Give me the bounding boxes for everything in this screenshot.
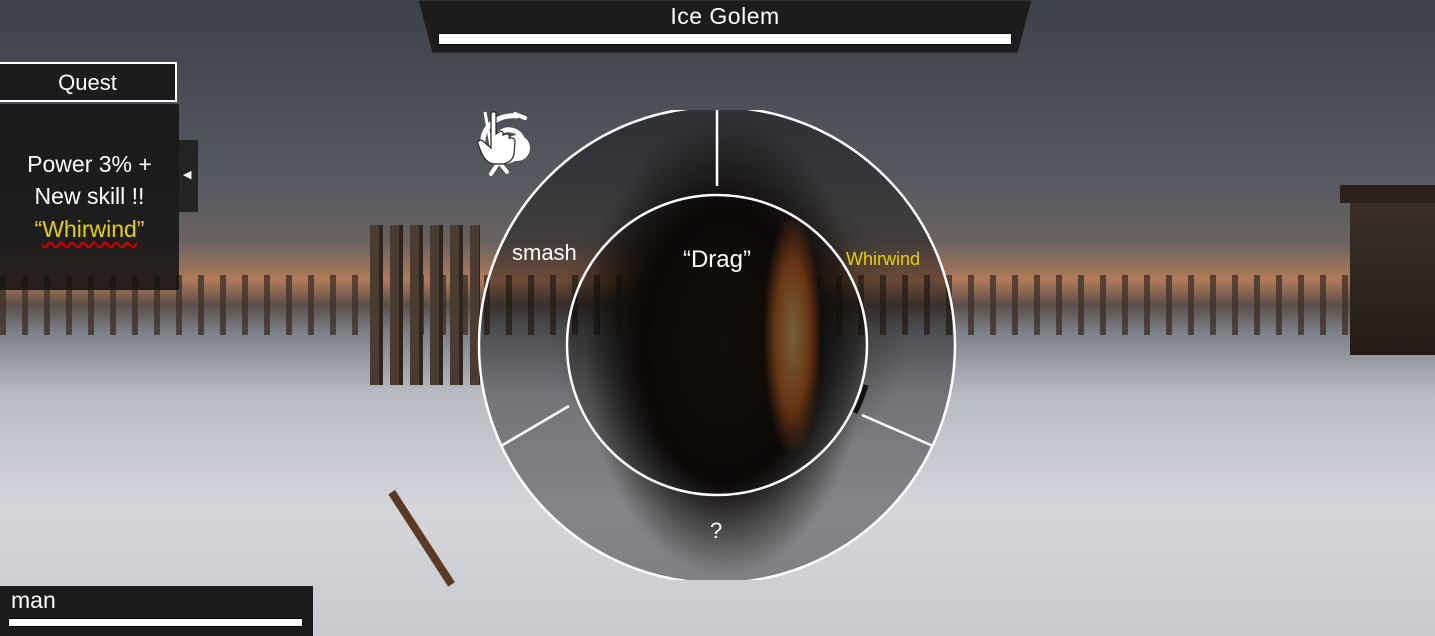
background-palisade [370, 225, 480, 385]
player-hp-fill [9, 619, 302, 626]
quest-body: Power 3% + New skill !! “Whirwind” [0, 104, 179, 290]
boss-health-bar: Ice Golem [418, 0, 1032, 53]
boss-hp-fill [439, 34, 1011, 44]
quest-title: Quest [58, 70, 117, 95]
player-name: man [11, 587, 56, 613]
quest-skill-name: Whirwind [42, 216, 137, 242]
collapse-arrow-icon: ◀ [183, 168, 192, 181]
skill-whirlwind-label: Whirwind [846, 249, 921, 269]
boss-hp-track [438, 33, 1012, 45]
radial-menu-rings [477, 110, 957, 580]
quest-collapse-tab[interactable]: ◀ [179, 140, 198, 212]
quest-header[interactable]: Quest [0, 62, 177, 102]
quest-reward-line: Power 3% + [27, 151, 152, 177]
background-hut [1340, 185, 1435, 355]
boss-name: Ice Golem [670, 3, 780, 29]
quest-new-skill-line: New skill !! [34, 183, 145, 209]
unknown-skill-slot[interactable]: ? [710, 518, 722, 544]
player-hp-track [8, 618, 303, 627]
radial-skill-menu[interactable]: smash Whirwind “Drag” ? [477, 110, 957, 580]
drag-hint-label: “Drag” [682, 246, 751, 273]
quest-skill-name-line: “Whirwind” [0, 212, 179, 246]
player-health-bar: man [0, 586, 313, 636]
pointing-hand-icon[interactable] [477, 110, 517, 165]
dropped-sword [388, 490, 455, 587]
close-quote: ” [136, 216, 145, 242]
skill-smash-label: smash [512, 240, 577, 265]
